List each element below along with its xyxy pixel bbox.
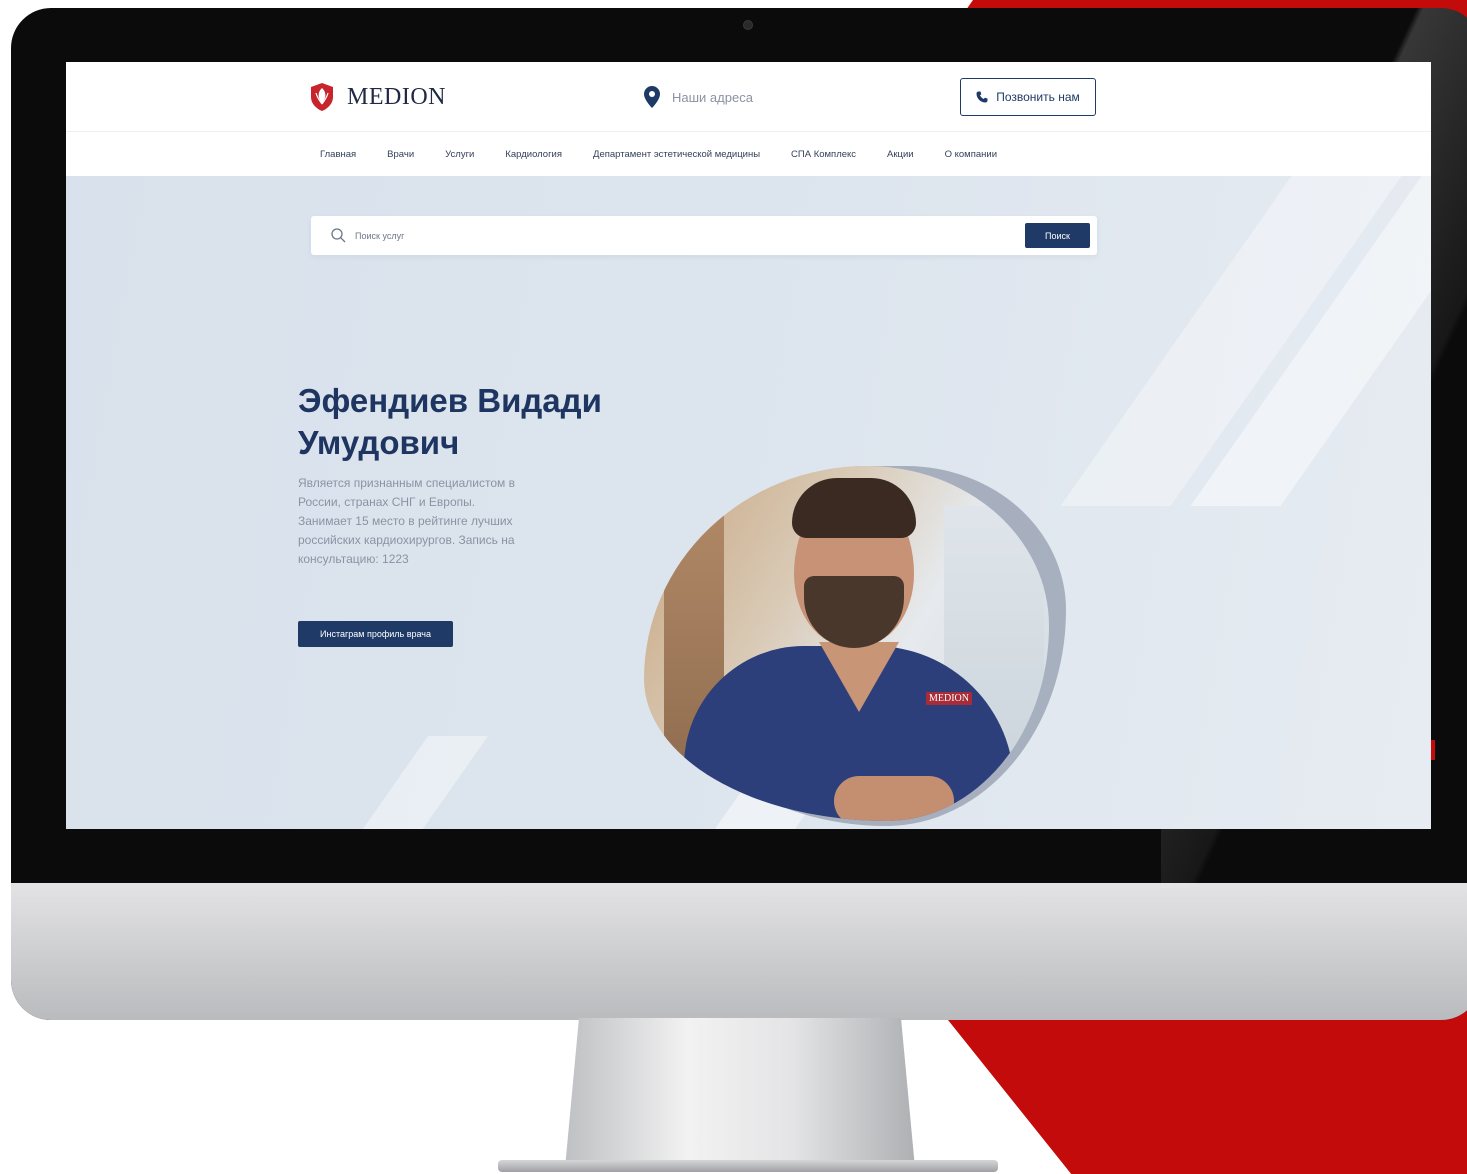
address-link[interactable]: Наши адреса xyxy=(644,86,753,108)
map-pin-icon xyxy=(644,86,660,108)
logo-text: MEDION xyxy=(347,83,446,110)
nav-item-spa[interactable]: СПА Комплекс xyxy=(791,149,856,160)
hero-section: Поиск Эфендиев Видади Умудович Является … xyxy=(66,176,1431,829)
scrubs-logo-badge: MEDION xyxy=(926,692,972,705)
website-screen: MEDION Наши адреса Позвонить нам Главная… xyxy=(66,62,1431,829)
nav-item-home[interactable]: Главная xyxy=(320,149,356,160)
stage: MEDION Наши адреса Позвонить нам Главная… xyxy=(0,0,1467,1174)
search-input[interactable] xyxy=(355,226,995,246)
search-button[interactable]: Поиск xyxy=(1025,223,1090,248)
nav-item-about[interactable]: О компании xyxy=(945,149,997,160)
nav-item-cardiology[interactable]: Кардиология xyxy=(505,149,562,160)
nav-items: Главная Врачи Услуги Кардиология Департа… xyxy=(320,149,997,160)
search-icon xyxy=(331,228,346,243)
shield-logo-icon xyxy=(311,83,333,111)
red-decor-bottom xyxy=(940,1010,1467,1174)
logo[interactable]: MEDION xyxy=(309,82,446,112)
address-label: Наши адреса xyxy=(672,89,753,105)
phone-icon xyxy=(976,91,988,103)
search-bar: Поиск xyxy=(311,216,1097,255)
decor-stripe xyxy=(343,736,489,829)
monitor-stand-base xyxy=(498,1160,998,1172)
instagram-profile-button[interactable]: Инстаграм профиль врача xyxy=(298,621,453,647)
main-nav: Главная Врачи Услуги Кардиология Департа… xyxy=(66,133,1431,176)
site-header: MEDION Наши адреса Позвонить нам xyxy=(66,62,1431,132)
monitor-stand xyxy=(565,1018,915,1168)
monitor-chin xyxy=(11,883,1467,1020)
photo-hair xyxy=(792,478,916,538)
nav-item-promotions[interactable]: Акции xyxy=(887,149,914,160)
nav-item-doctors[interactable]: Врачи xyxy=(387,149,414,160)
nav-item-services[interactable]: Услуги xyxy=(445,149,474,160)
photo-beard xyxy=(804,576,904,648)
doctor-photo: MEDION xyxy=(644,466,1049,821)
call-button[interactable]: Позвонить нам xyxy=(960,78,1096,116)
doctor-description: Является признанным специалистом в Росси… xyxy=(298,476,515,566)
camera-icon xyxy=(743,20,753,30)
call-button-label: Позвонить нам xyxy=(996,90,1080,104)
doctor-name: Эфендиев Видади Умудович xyxy=(298,382,602,461)
photo-hands xyxy=(834,776,954,821)
nav-item-aesthetic-medicine[interactable]: Департамент эстетической медицины xyxy=(593,149,760,160)
